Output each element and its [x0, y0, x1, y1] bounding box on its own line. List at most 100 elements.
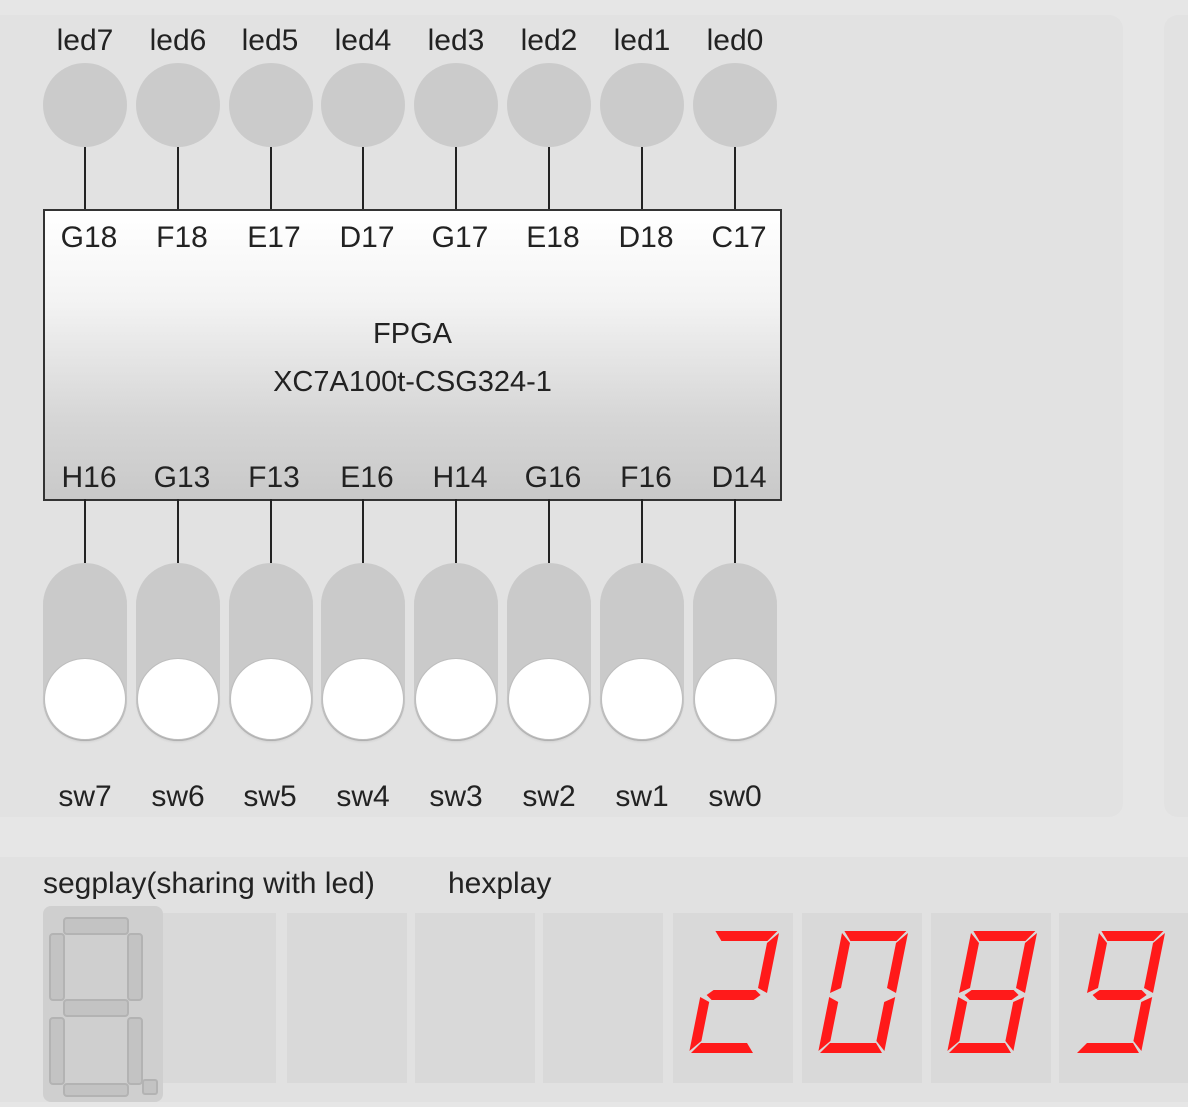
hex-digit-1: [931, 913, 1051, 1083]
switch-5[interactable]: [229, 563, 313, 741]
switch-1[interactable]: [600, 563, 684, 741]
led-pin-3: G17: [431, 221, 489, 254]
led-label-6: led6: [149, 24, 207, 57]
segplay-segments: [49, 917, 158, 1097]
switch-wire: [455, 499, 457, 563]
hex-digit-empty: [163, 913, 276, 1083]
switch-wire: [84, 499, 86, 563]
switch-knob[interactable]: [231, 659, 311, 739]
hexplay-label: hexplay: [448, 867, 552, 900]
led-2: [507, 63, 591, 147]
switch-6[interactable]: [136, 563, 220, 741]
switch-knob[interactable]: [695, 659, 775, 739]
hex-digit-empty: [415, 913, 535, 1083]
switch-label-3: sw3: [429, 780, 483, 813]
segment-a: [973, 931, 1036, 941]
led-wire: [548, 147, 550, 209]
led-pin-1: D18: [618, 221, 674, 254]
led-5: [229, 63, 313, 147]
hex-digit-0: [1059, 913, 1188, 1083]
switch-knob[interactable]: [602, 659, 682, 739]
switch-4[interactable]: [321, 563, 405, 741]
segment-e: [689, 997, 710, 1051]
fpga-title: FPGA: [373, 318, 452, 350]
switch-knob[interactable]: [323, 659, 403, 739]
segment-d: [691, 1043, 753, 1053]
hex-digit-2: [802, 913, 922, 1083]
segment-d: [1077, 1043, 1139, 1053]
led-label-3: led3: [427, 24, 485, 57]
hex-digit-empty: [543, 913, 663, 1083]
led-label-2: led2: [520, 24, 578, 57]
led-6: [136, 63, 220, 147]
led-3: [414, 63, 498, 147]
switch-wire: [177, 499, 179, 563]
switch-label-6: sw6: [151, 780, 205, 813]
led-pin-4: D17: [339, 221, 395, 254]
switch-wire: [548, 499, 550, 563]
led-wire: [84, 147, 86, 209]
led-0: [693, 63, 777, 147]
segment-g: [964, 990, 1019, 1000]
switch-pin-0: D14: [711, 461, 767, 494]
segment-b: [1144, 933, 1165, 993]
hex-digit-empty: [287, 913, 407, 1083]
segment-b: [887, 933, 908, 993]
segment-d: [949, 1043, 1011, 1053]
segplay-label: segplay(sharing with led): [43, 867, 375, 900]
led-label-4: led4: [334, 24, 392, 57]
segment-e: [818, 997, 839, 1051]
led-wire: [455, 147, 457, 209]
segplay-display: [43, 906, 163, 1102]
segment-c: [876, 997, 896, 1051]
switch-pin-1: F16: [620, 461, 672, 494]
segment-d: [63, 1083, 129, 1097]
hex-digit-3: [673, 913, 793, 1083]
led-label-1: led1: [613, 24, 671, 57]
led-label-5: led5: [241, 24, 299, 57]
switch-pin-3: H14: [432, 461, 488, 494]
hex-digit-segments: [689, 931, 779, 1053]
led-wire: [177, 147, 179, 209]
switch-pin-5: F13: [248, 461, 300, 494]
segment-e: [49, 1017, 65, 1085]
switch-knob[interactable]: [509, 659, 589, 739]
segment-b: [1016, 933, 1037, 993]
switch-label-5: sw5: [243, 780, 297, 813]
segment-a: [715, 931, 778, 941]
segment-dp: [142, 1079, 158, 1095]
led-label-0: led0: [706, 24, 764, 57]
switch-0[interactable]: [693, 563, 777, 741]
switch-label-2: sw2: [522, 780, 576, 813]
segment-a: [63, 917, 129, 935]
switch-wire: [362, 499, 364, 563]
switch-2[interactable]: [507, 563, 591, 741]
segment-g: [1092, 990, 1147, 1000]
led-pin-5: E17: [247, 221, 301, 254]
switch-pin-6: G13: [153, 461, 211, 494]
led-pin-6: F18: [156, 221, 208, 254]
segment-d: [820, 1043, 882, 1053]
segment-f: [830, 933, 850, 993]
hex-digit-segments: [1077, 931, 1165, 1053]
led-pin-0: C17: [711, 221, 767, 254]
led-1: [600, 63, 684, 147]
switch-knob[interactable]: [45, 659, 125, 739]
fpga-chip: G18 F18 E17 D17 G17 E18 D18 C17 FPGA XC7…: [43, 209, 782, 501]
switch-3[interactable]: [414, 563, 498, 741]
switch-label-4: sw4: [336, 780, 390, 813]
side-panel: [1164, 15, 1188, 817]
led-4: [321, 63, 405, 147]
switch-pin-2: G16: [524, 461, 582, 494]
segment-c: [1005, 997, 1025, 1051]
switch-knob[interactable]: [138, 659, 218, 739]
segment-a: [1101, 931, 1164, 941]
switch-knob[interactable]: [416, 659, 496, 739]
switch-label-1: sw1: [615, 780, 669, 813]
switch-7[interactable]: [43, 563, 127, 741]
led-pin-7: G18: [60, 221, 118, 254]
switch-label-7: sw7: [58, 780, 112, 813]
segment-c: [1133, 997, 1153, 1051]
led-pin-2: E18: [526, 221, 580, 254]
led-label-7: led7: [56, 24, 114, 57]
